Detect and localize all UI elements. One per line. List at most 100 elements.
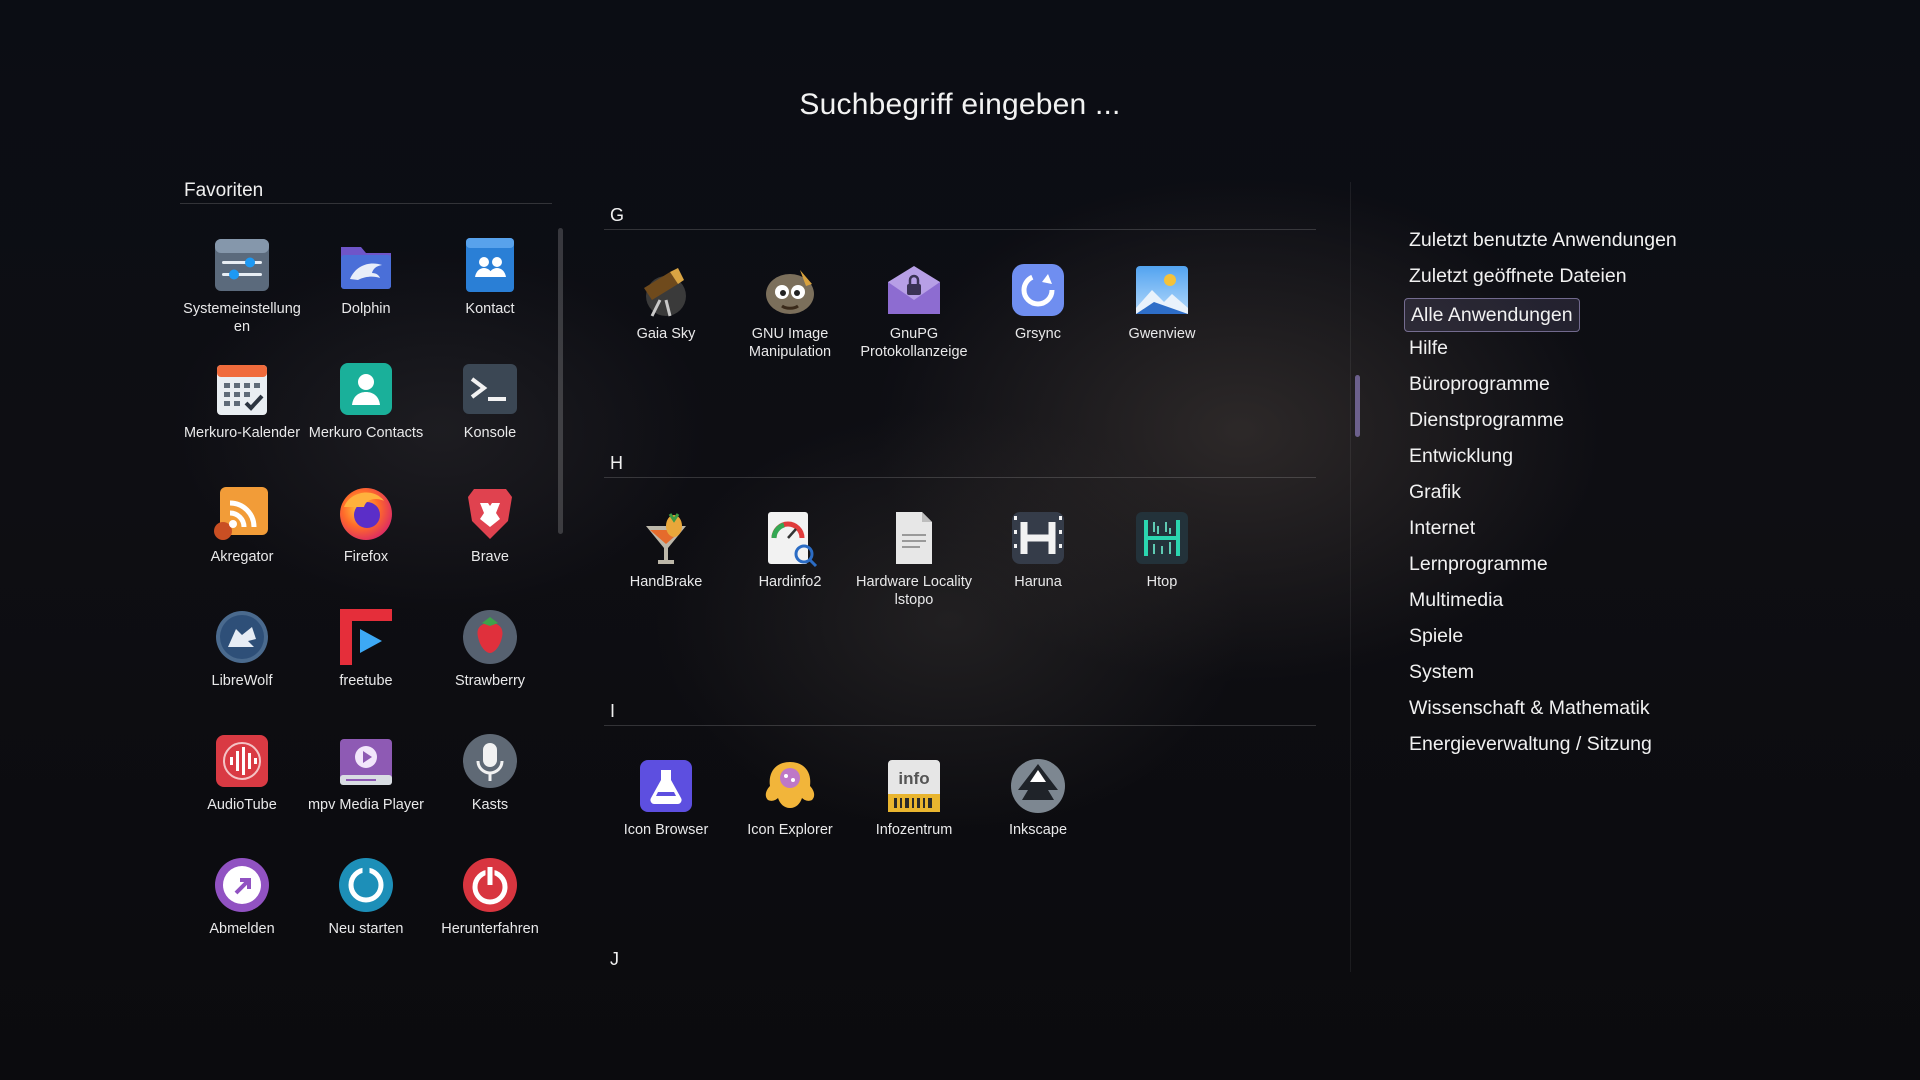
app-tile[interactable]: Inkscape — [976, 749, 1100, 889]
section-app-grid: Icon Browser Icon Explorer info Infozentrum… — [604, 749, 1224, 889]
image-viewer-icon — [1131, 259, 1193, 321]
favorite-app-tile[interactable]: Abmelden — [180, 848, 304, 972]
app-label: Firefox — [343, 549, 389, 565]
category-item[interactable]: Dienstprogramme — [1404, 404, 1682, 440]
favorite-app-tile[interactable]: Merkuro-Kalender — [180, 352, 304, 476]
app-tile[interactable]: Icon Browser — [604, 749, 728, 889]
category-item[interactable]: Multimedia — [1404, 584, 1682, 620]
app-label: Icon Explorer — [747, 822, 833, 838]
sync-icon — [1007, 259, 1069, 321]
category-item[interactable]: Internet — [1404, 512, 1682, 548]
category-item[interactable]: Wissenschaft & Mathematik — [1404, 692, 1682, 728]
handbrake-icon — [635, 507, 697, 569]
app-tile[interactable]: GnuPG Protokollanzeige — [852, 253, 976, 393]
app-label: AudioTube — [207, 797, 277, 813]
app-tile[interactable]: Gaia Sky — [604, 253, 728, 393]
favorites-divider — [180, 203, 552, 204]
category-item[interactable]: Lernprogramme — [1404, 548, 1682, 584]
category-item[interactable]: Zuletzt benutzte Anwendungen — [1404, 224, 1682, 260]
category-item[interactable]: Alle Anwendungen — [1404, 298, 1580, 332]
category-item[interactable]: Energieverwaltung / Sitzung — [1404, 728, 1682, 764]
category-item[interactable]: Spiele — [1404, 620, 1682, 656]
rss-icon — [211, 482, 273, 544]
shutdown-icon — [459, 854, 521, 916]
document-icon — [883, 507, 945, 569]
favorites-scrollbar[interactable] — [558, 228, 563, 534]
column-divider — [1350, 182, 1351, 972]
app-tile[interactable]: Haruna — [976, 501, 1100, 641]
favorite-app-tile[interactable]: LibreWolf — [180, 600, 304, 724]
category-list: Zuletzt benutzte Anwendungen Zuletzt geöf… — [1404, 224, 1682, 764]
section-letter[interactable]: G — [610, 205, 624, 226]
telescope-icon — [635, 259, 697, 321]
category-item[interactable]: Büroprogramme — [1404, 368, 1682, 404]
favorite-app-tile[interactable]: Neu starten — [304, 848, 428, 972]
favorite-app-tile[interactable]: mpv Media Player — [304, 724, 428, 848]
favorite-app-tile[interactable]: Akregator — [180, 476, 304, 600]
favorite-app-tile[interactable]: Merkuro Contacts — [304, 352, 428, 476]
app-tile[interactable]: Hardinfo2 — [728, 501, 852, 641]
category-item[interactable]: Hilfe — [1404, 332, 1682, 368]
app-tile[interactable]: Htop — [1100, 501, 1224, 641]
app-label: Inkscape — [1008, 822, 1068, 838]
section-letter[interactable]: H — [610, 453, 623, 474]
app-tile[interactable]: Gwenview — [1100, 253, 1224, 393]
app-label: Kontact — [465, 301, 515, 317]
inkscape-icon — [1007, 755, 1069, 817]
category-item[interactable]: Entwicklung — [1404, 440, 1682, 476]
favorite-app-tile[interactable]: Konsole — [428, 352, 552, 476]
app-label: HandBrake — [629, 574, 703, 590]
hardinfo-icon — [759, 507, 821, 569]
favorite-app-tile[interactable]: Firefox — [304, 476, 428, 600]
audiotube-icon — [211, 730, 273, 792]
terminal-icon — [459, 358, 521, 420]
section-divider — [604, 477, 1316, 478]
favorite-app-tile[interactable]: AudioTube — [180, 724, 304, 848]
app-tile[interactable]: GNU Image Manipulation — [728, 253, 852, 393]
section-divider — [604, 725, 1316, 726]
favorite-app-tile[interactable]: Brave — [428, 476, 552, 600]
apps-scrollbar[interactable] — [1355, 375, 1360, 437]
app-tile[interactable]: Hardware Locality lstopo — [852, 501, 976, 641]
app-label: Gwenview — [1128, 326, 1196, 342]
section-letter[interactable]: J — [610, 949, 619, 970]
kontact-icon — [459, 234, 521, 296]
section-letter[interactable]: I — [610, 701, 615, 722]
category-item[interactable]: System — [1404, 656, 1682, 692]
favorite-app-tile[interactable]: freetube — [304, 600, 428, 724]
section-app-grid: Gaia Sky GNU Image Manipulation GnuPG Prot… — [604, 253, 1224, 393]
firefox-icon — [335, 482, 397, 544]
app-tile[interactable]: Grsync — [976, 253, 1100, 393]
librewolf-icon — [211, 606, 273, 668]
category-item[interactable]: Zuletzt geöffnete Dateien — [1404, 260, 1682, 296]
icon-explorer-icon — [759, 755, 821, 817]
favorite-app-tile[interactable]: Kontact — [428, 228, 552, 352]
favorite-app-tile[interactable]: Strawberry — [428, 600, 552, 724]
app-label: Htop — [1146, 574, 1178, 590]
contacts-icon — [335, 358, 397, 420]
section-divider — [604, 229, 1316, 230]
favorite-app-tile[interactable]: Herunterfahren — [428, 848, 552, 972]
gnupg-icon — [883, 259, 945, 321]
favorite-app-tile[interactable]: Systemeinstellungen — [180, 228, 304, 352]
search-prompt[interactable]: Suchbegriff eingeben ... — [0, 88, 1920, 122]
app-label: GnuPG Protokollanzeige — [860, 326, 968, 360]
favorite-app-tile[interactable]: Kasts — [428, 724, 552, 848]
favorites-title: Favoriten — [184, 180, 264, 201]
app-tile[interactable]: HandBrake — [604, 501, 728, 641]
app-label: Merkuro Contacts — [308, 425, 424, 441]
app-label: Gaia Sky — [636, 326, 696, 342]
category-item[interactable]: Grafik — [1404, 476, 1682, 512]
calendar-icon — [211, 358, 273, 420]
app-label: Konsole — [463, 425, 517, 441]
app-tile[interactable]: Icon Explorer — [728, 749, 852, 889]
app-tile[interactable]: info Infozentrum — [852, 749, 976, 889]
app-label: Infozentrum — [875, 822, 953, 838]
favorite-app-tile[interactable]: Dolphin — [304, 228, 428, 352]
app-label: Hardware Locality lstopo — [855, 574, 973, 608]
app-label: Dolphin — [341, 301, 391, 317]
app-label: Akregator — [210, 549, 274, 565]
app-label: freetube — [339, 673, 393, 689]
brave-icon — [459, 482, 521, 544]
freetube-icon — [335, 606, 397, 668]
